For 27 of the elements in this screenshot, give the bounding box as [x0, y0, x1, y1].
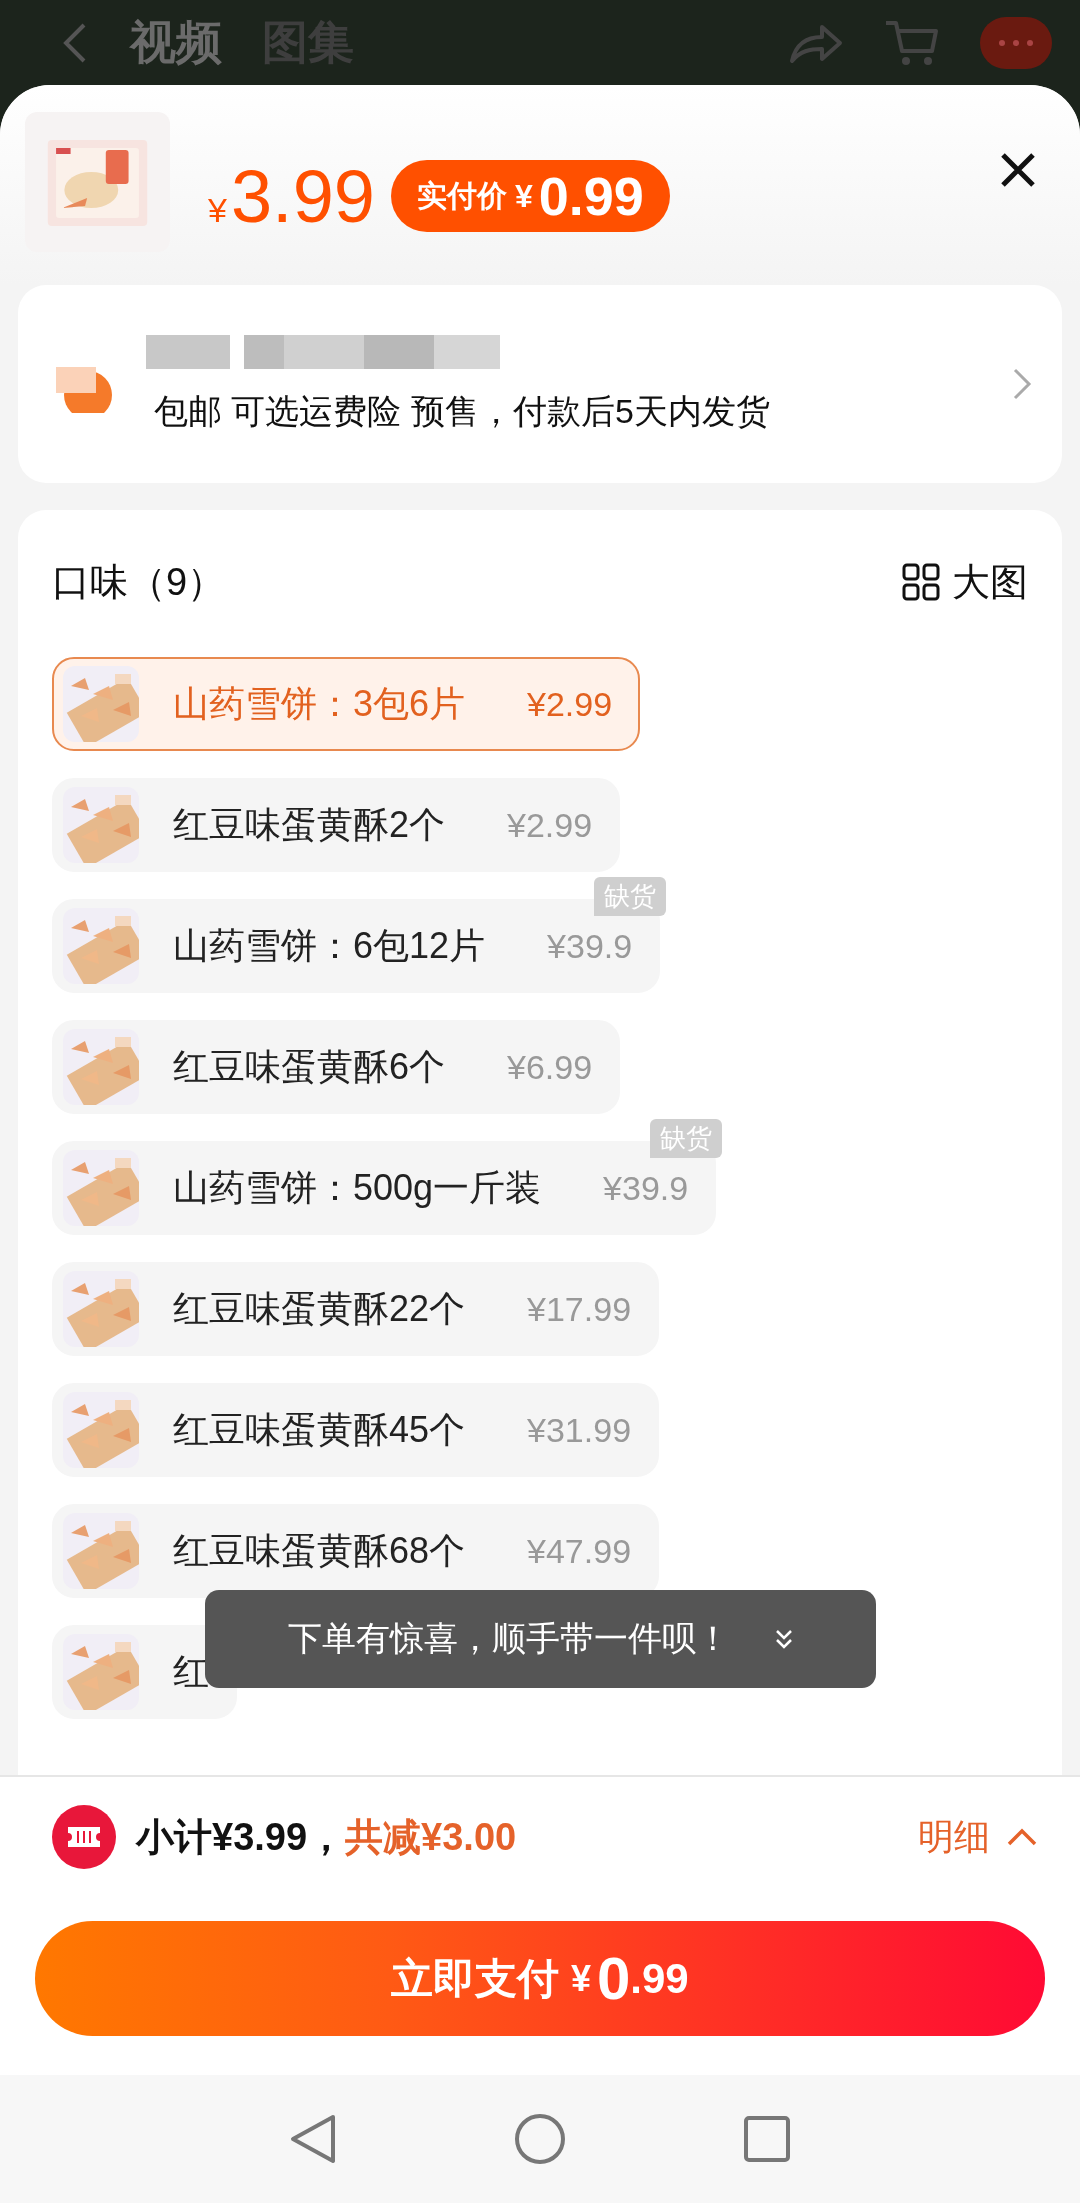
grid-icon: [902, 563, 940, 601]
option-item[interactable]: 山药雪饼：6包12片 ¥39.9: [52, 899, 661, 993]
price: ¥3.99: [208, 153, 375, 239]
option-item[interactable]: 红豆味蛋黄酥2个 ¥2.99: [52, 778, 621, 872]
more-icon[interactable]: [980, 16, 1052, 69]
pay-now-button[interactable]: 立即支付 ¥0.99: [35, 1921, 1045, 2036]
ticket-icon: [52, 1805, 116, 1869]
recents-nav-icon[interactable]: [743, 2115, 792, 2163]
delivery-card[interactable]: 包邮 可选运费险 预售，付款后5天内发货: [18, 285, 1062, 483]
chevron-up-icon: [1006, 1827, 1038, 1847]
chevron-right-icon: [1012, 367, 1032, 401]
option-title: 口味（9）: [52, 559, 226, 605]
actual-price-badge: 实付价 ¥0.99: [390, 160, 670, 232]
large-view-toggle[interactable]: 大图: [902, 556, 1028, 608]
double-chevron-down-icon: [773, 1628, 794, 1650]
discount-total: 共减¥3.00: [345, 1814, 517, 1860]
option-item[interactable]: 红豆味蛋黄酥6个 ¥6.99: [52, 1020, 621, 1114]
back-nav-icon[interactable]: [288, 2113, 337, 2165]
delivery-info: 包邮 可选运费险 预售，付款后5天内发货: [154, 391, 771, 432]
close-icon[interactable]: [1000, 152, 1036, 188]
subtotal: 小计¥3.99，: [136, 1814, 346, 1860]
option-item[interactable]: 山药雪饼：500g一斤装 ¥39.9: [52, 1141, 717, 1235]
toast-message: 下单有惊喜，顺手带一件呗！: [287, 1618, 730, 1659]
option-item[interactable]: 红豆味蛋黄酥22个 ¥17.99: [52, 1262, 660, 1356]
option-item[interactable]: 红豆味蛋黄酥68个 ¥47.99: [52, 1504, 660, 1598]
option-item[interactable]: 红豆味蛋黄酥45个 ¥31.99: [52, 1383, 660, 1477]
home-nav-icon[interactable]: [514, 2113, 566, 2165]
